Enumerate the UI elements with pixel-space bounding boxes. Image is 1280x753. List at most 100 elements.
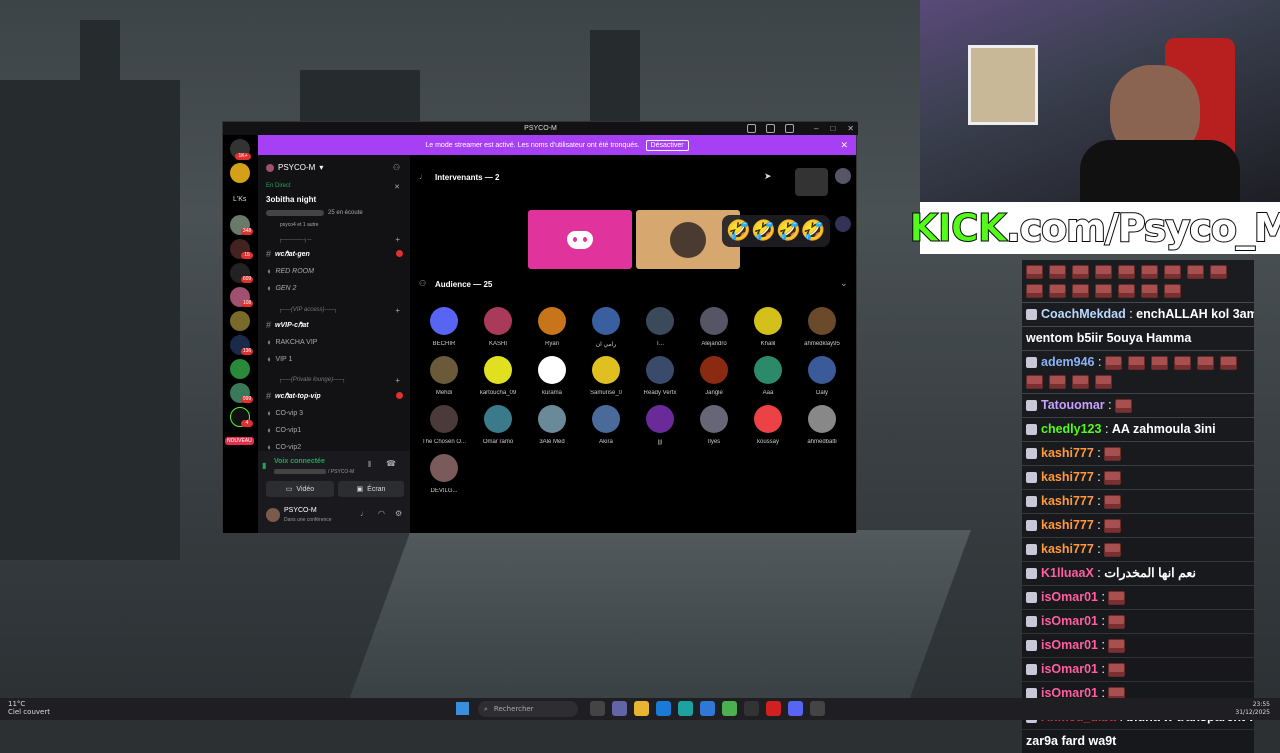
- add-channel-icon[interactable]: +: [395, 376, 400, 385]
- chat-username[interactable]: K1lluaaX: [1041, 566, 1094, 580]
- category-header[interactable]: ┌──(Private lounge)──┐: [278, 377, 346, 383]
- audience-member[interactable]: Omar ramo: [473, 405, 523, 445]
- channel-item[interactable]: ◖ CO-vip 3: [266, 408, 303, 418]
- add-channel-icon[interactable]: +: [395, 306, 400, 315]
- audience-member[interactable]: Aaa: [743, 356, 793, 396]
- voice-status[interactable]: Voix connectée: [274, 458, 325, 465]
- close-icon[interactable]: ✕: [394, 183, 400, 191]
- event-title[interactable]: 3obitha night: [266, 195, 316, 204]
- server-icon[interactable]: [230, 163, 250, 183]
- folder-label[interactable]: L'Ks: [233, 196, 246, 203]
- audience-member[interactable]: The Chosen O...: [419, 405, 469, 445]
- audience-member[interactable]: KASHI: [473, 307, 523, 347]
- audience-member[interactable]: T...: [635, 307, 685, 347]
- close-icon[interactable]: ✕: [840, 140, 848, 151]
- clock[interactable]: 23:55 31/12/2025: [1235, 701, 1270, 717]
- channel-item[interactable]: ◖ RED ROOM: [266, 266, 314, 276]
- disconnect-icon[interactable]: ☎: [386, 459, 396, 468]
- mail-icon[interactable]: [700, 701, 715, 716]
- category-header[interactable]: ┌─────╮─: [278, 236, 311, 243]
- audience-member[interactable]: Jangle: [689, 356, 739, 396]
- emote-icon: [1219, 355, 1237, 370]
- search-box[interactable]: ⌕ Rechercher: [478, 701, 578, 717]
- chevron-down-icon[interactable]: ⌄: [840, 278, 848, 289]
- noise-icon[interactable]: ⦀: [368, 460, 372, 470]
- audience-member[interactable]: ahmedklay95: [797, 307, 847, 347]
- invite-icon[interactable]: ⚇: [393, 163, 400, 172]
- windows-start-icon[interactable]: [456, 702, 469, 715]
- store-icon[interactable]: [656, 701, 671, 716]
- help-icon[interactable]: [785, 124, 794, 133]
- chat-username[interactable]: kashi777: [1041, 470, 1094, 484]
- chat-username[interactable]: kashi777: [1041, 494, 1094, 508]
- channel-item[interactable]: ◖ VIP 1: [266, 354, 292, 364]
- screen-share-button[interactable]: ▣ Écran: [338, 481, 404, 497]
- audience-member[interactable]: Mehdi: [419, 356, 469, 396]
- server-icon[interactable]: [230, 359, 250, 379]
- audience-member[interactable]: Ilyes: [689, 405, 739, 445]
- app-icon[interactable]: [810, 701, 825, 716]
- video-button[interactable]: ▭ Vidéo: [266, 481, 334, 497]
- close-button[interactable]: ✕: [847, 124, 854, 133]
- chat-username[interactable]: isOmar01: [1041, 662, 1098, 676]
- chat-username[interactable]: kashi777: [1041, 518, 1094, 532]
- task-view-icon[interactable]: [590, 701, 605, 716]
- audience-member[interactable]: koussay: [743, 405, 793, 445]
- audience-member[interactable]: BECHIR: [419, 307, 469, 347]
- server-header[interactable]: PSYCO-M ▾: [266, 163, 323, 172]
- channel-item[interactable]: # ᴡVIP-cℏat: [266, 320, 309, 330]
- file-explorer-icon[interactable]: [634, 701, 649, 716]
- avatar[interactable]: [835, 216, 851, 232]
- chrome-icon[interactable]: [722, 701, 737, 716]
- gear-icon[interactable]: ⚙: [395, 509, 402, 518]
- obs-icon[interactable]: [744, 701, 759, 716]
- inbox-icon[interactable]: [747, 124, 756, 133]
- edge-icon[interactable]: [678, 701, 693, 716]
- maximize-button[interactable]: □: [830, 124, 835, 133]
- channel-item[interactable]: ◖ GEN 2: [266, 283, 296, 293]
- channel-item[interactable]: # ᴡcℏat-top-vip: [266, 391, 321, 401]
- audience-member[interactable]: Alejandro: [689, 307, 739, 347]
- discord-icon[interactable]: [788, 701, 803, 716]
- audience-member[interactable]: ahmedbalti: [797, 405, 847, 445]
- speaker-thumbnail[interactable]: [795, 168, 828, 196]
- stream-icon[interactable]: [766, 124, 775, 133]
- audience-member[interactable]: رامي ان: [581, 307, 631, 348]
- chat-username[interactable]: isOmar01: [1041, 638, 1098, 652]
- audience-member[interactable]: Ryan: [527, 307, 577, 347]
- avatar[interactable]: [835, 168, 851, 184]
- audience-member[interactable]: Akira: [581, 405, 631, 445]
- avatar[interactable]: [266, 508, 280, 522]
- audience-member[interactable]: Ready Vertx: [635, 356, 685, 396]
- chat-username[interactable]: kashi777: [1041, 542, 1094, 556]
- audience-member[interactable]: DEVILG...: [419, 454, 469, 494]
- weather-widget[interactable]: 11°C Ciel couvert: [8, 700, 50, 716]
- category-header[interactable]: ┌──(VIP access)──┐: [278, 307, 337, 313]
- audience-member[interactable]: kartoucha_09: [473, 356, 523, 396]
- chat-username[interactable]: isOmar01: [1041, 614, 1098, 628]
- chat-username[interactable]: kashi777: [1041, 446, 1094, 460]
- audience-member[interactable]: Samurise_0: [581, 356, 631, 396]
- chat-username[interactable]: CoachMekdad: [1041, 307, 1126, 321]
- chat-username[interactable]: chedly123: [1041, 422, 1101, 436]
- server-icon[interactable]: [230, 311, 250, 331]
- headphones-icon[interactable]: ◠: [378, 509, 385, 518]
- channel-item[interactable]: # ᴡcℏat-gen: [266, 249, 310, 259]
- chat-username[interactable]: Tatouomar: [1041, 398, 1105, 412]
- audience-member[interactable]: Khalil: [743, 307, 793, 347]
- minimize-button[interactable]: –: [814, 124, 818, 133]
- channel-item[interactable]: ◖ CO-vip1: [266, 425, 301, 435]
- chat-username[interactable]: isOmar01: [1041, 590, 1098, 604]
- app-icon[interactable]: [766, 701, 781, 716]
- microphone-icon[interactable]: ♩: [360, 509, 368, 518]
- add-channel-icon[interactable]: +: [395, 235, 400, 244]
- audience-member[interactable]: jjj: [635, 405, 685, 445]
- audience-member[interactable]: Daly: [797, 356, 847, 396]
- teams-icon[interactable]: [612, 701, 627, 716]
- disable-streamer-button[interactable]: Désactiver: [645, 139, 689, 151]
- audience-member[interactable]: 3Alé Med: [527, 405, 577, 445]
- chat-username[interactable]: adem946: [1041, 355, 1095, 369]
- speaker-tile[interactable]: [528, 210, 632, 269]
- audience-member[interactable]: kurama: [527, 356, 577, 396]
- channel-item[interactable]: ◖ RAKCHA VIP: [266, 337, 317, 347]
